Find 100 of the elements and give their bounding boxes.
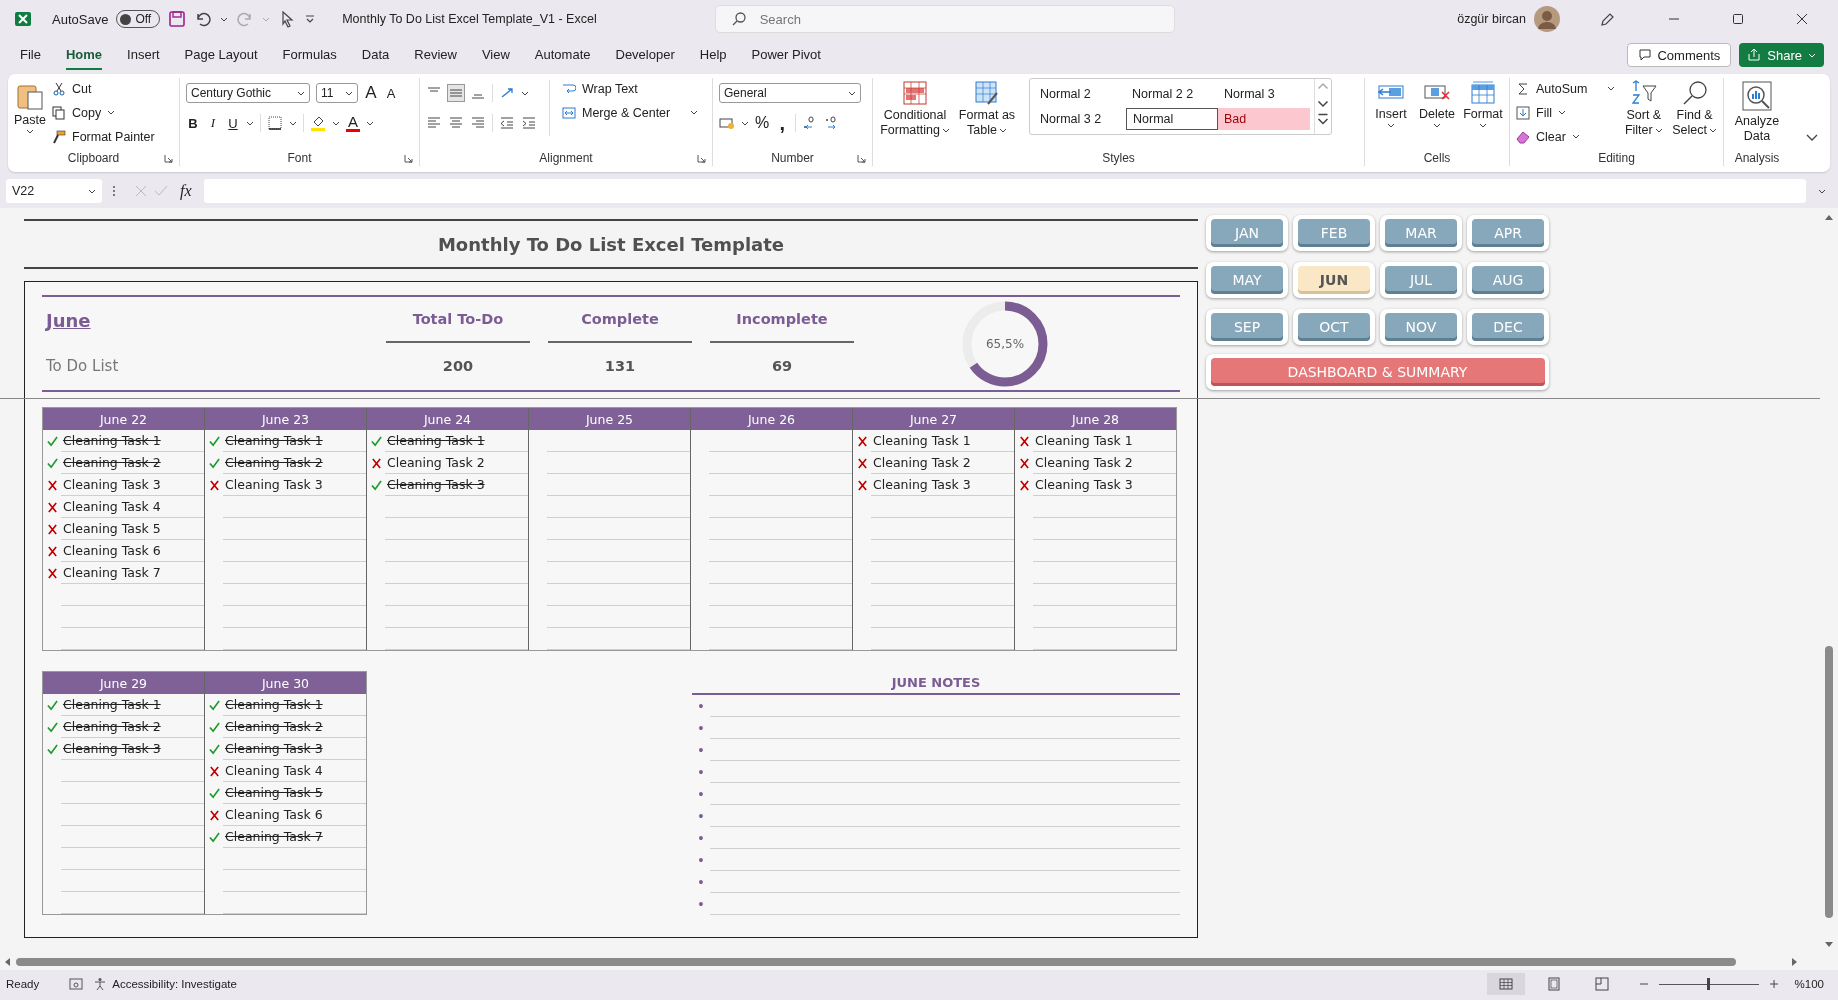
share-button[interactable]: Share — [1739, 43, 1824, 67]
task-text: Cleaning Task 1 — [873, 433, 971, 448]
sort-filter-button[interactable]: Sort & Filter — [1621, 78, 1667, 138]
zoom-level[interactable]: %100 — [1794, 978, 1824, 990]
borders-icon[interactable] — [267, 115, 283, 131]
scroll-left-icon[interactable] — [4, 958, 10, 966]
zoom-in-icon[interactable] — [1768, 979, 1779, 989]
close-icon[interactable] — [1796, 13, 1808, 25]
caret-icon[interactable] — [289, 120, 297, 126]
format-painter-button[interactable]: Format Painter — [52, 126, 155, 147]
decrease-indent-icon[interactable] — [499, 115, 515, 131]
font-size-field[interactable]: 11 — [316, 83, 358, 103]
dialog-launcher-icon[interactable] — [697, 153, 706, 163]
insert-button[interactable]: Insert — [1371, 78, 1411, 128]
month-button[interactable]: JUN — [1298, 266, 1370, 294]
expand-formula-icon[interactable] — [1818, 188, 1826, 194]
caret-icon[interactable] — [246, 120, 254, 126]
conditional-formatting-button[interactable]: Conditional Formatting — [879, 78, 951, 138]
cell-style[interactable]: Normal 3 2 — [1034, 108, 1126, 130]
accessibility-button[interactable]: Accessibility: Investigate — [93, 977, 237, 991]
cell-style[interactable]: Normal 2 — [1034, 83, 1126, 105]
align-center-icon[interactable] — [448, 115, 464, 131]
undo-icon[interactable] — [194, 10, 213, 28]
underline-button[interactable]: U — [226, 115, 240, 131]
caret-icon[interactable] — [366, 120, 374, 126]
italic-button[interactable]: I — [206, 115, 220, 131]
name-box[interactable]: V22 — [6, 179, 102, 203]
wrap-text-button[interactable]: Wrap Text — [562, 78, 699, 99]
menu-tab[interactable]: Formulas — [282, 40, 337, 70]
menu-tab[interactable]: Insert — [127, 40, 160, 70]
menu-tab[interactable]: File — [20, 40, 41, 70]
insert-function-button[interactable]: fx — [180, 182, 192, 200]
scroll-right-icon[interactable] — [1792, 958, 1798, 966]
format-button[interactable]: Format — [1463, 78, 1503, 128]
cell-style[interactable]: Normal 3 — [1218, 83, 1310, 105]
save-icon[interactable] — [168, 10, 187, 28]
menu-tab[interactable]: Automate — [534, 40, 591, 70]
menu-tab[interactable]: Developer — [615, 40, 675, 70]
collapse-ribbon-icon[interactable] — [1806, 134, 1818, 142]
day-header: June 25 — [529, 408, 690, 430]
caret-icon[interactable] — [521, 90, 529, 96]
menu-tab[interactable]: Home — [65, 40, 103, 70]
merge-center-button[interactable]: Merge & Center — [562, 102, 699, 123]
scrollbar-thumb[interactable] — [16, 958, 1736, 966]
fill-color-icon[interactable] — [310, 115, 326, 131]
search-field[interactable]: Search — [714, 5, 1175, 33]
task-text: Cleaning Task 1 — [63, 433, 161, 448]
menu-tab[interactable]: Help — [699, 40, 727, 70]
fill-button[interactable]: Fill — [1516, 102, 1616, 123]
scroll-up-icon[interactable] — [1825, 214, 1833, 220]
caret-icon[interactable] — [332, 120, 340, 126]
menu-tab[interactable]: Data — [361, 40, 390, 70]
task-text: Cleaning Task 1 — [225, 433, 323, 448]
zoom-slider-thumb[interactable] — [1707, 977, 1711, 990]
format-cells-icon — [1469, 80, 1497, 106]
accounting-icon[interactable] — [719, 115, 735, 131]
number-format-field[interactable]: General — [719, 83, 861, 103]
paste-button[interactable]: Paste — [14, 78, 46, 134]
dialog-launcher-icon[interactable] — [857, 153, 866, 163]
analyze-data-button[interactable]: Analyze Data — [1730, 78, 1784, 144]
increase-indent-icon[interactable] — [521, 115, 537, 131]
bold-button[interactable]: B — [186, 115, 200, 131]
font-color-button[interactable]: A — [346, 114, 360, 132]
maximize-icon[interactable] — [1732, 13, 1744, 25]
menu-tab[interactable]: View — [481, 40, 510, 70]
autosum-button[interactable]: AutoSum — [1516, 78, 1616, 99]
align-right-icon[interactable] — [470, 115, 486, 131]
cell-style[interactable]: Normal — [1126, 108, 1218, 130]
scrollbar-thumb[interactable] — [1825, 646, 1833, 918]
dialog-launcher-icon[interactable] — [164, 153, 173, 163]
delete-button[interactable]: Delete — [1417, 78, 1457, 128]
clear-button[interactable]: Clear — [1516, 126, 1616, 147]
customize-icon[interactable] — [304, 13, 317, 25]
cell-style[interactable]: Normal 2 2 — [1126, 83, 1218, 105]
shrink-font-button[interactable]: A — [384, 85, 398, 101]
menu-tab[interactable]: Page Layout — [184, 40, 258, 70]
task-text: Cleaning Task 1 — [387, 433, 485, 448]
normal-view-icon[interactable] — [1486, 973, 1525, 995]
more-icon[interactable] — [1315, 111, 1331, 127]
macro-icon[interactable] — [69, 977, 84, 991]
copy-button[interactable]: Copy — [52, 102, 155, 123]
task-text: Cleaning Task 6 — [63, 543, 161, 558]
cut-button[interactable]: Cut — [52, 78, 155, 99]
cell-style[interactable]: Bad — [1218, 108, 1310, 130]
percent-button[interactable]: % — [755, 114, 770, 132]
dialog-launcher-icon[interactable] — [404, 153, 413, 163]
task-text: Cleaning Task 2 — [873, 455, 971, 470]
menu-tab[interactable]: Review — [414, 40, 457, 70]
comments-button[interactable]: Comments — [1627, 43, 1732, 67]
find-select-button[interactable]: Find & Select — [1672, 78, 1717, 138]
caret-icon — [1708, 128, 1717, 134]
caret-icon[interactable] — [220, 16, 229, 22]
menu-tab[interactable]: Power Pivot — [751, 40, 821, 70]
format-as-table-button[interactable]: Format as Table — [957, 78, 1017, 138]
font-family-field[interactable]: Century Gothic — [186, 83, 310, 103]
caret-icon[interactable] — [741, 120, 749, 126]
avatar-icon[interactable] — [1534, 6, 1560, 32]
align-left-icon[interactable] — [426, 115, 442, 131]
grow-font-button[interactable]: A — [364, 83, 378, 103]
scroll-down-icon[interactable] — [1825, 942, 1833, 948]
